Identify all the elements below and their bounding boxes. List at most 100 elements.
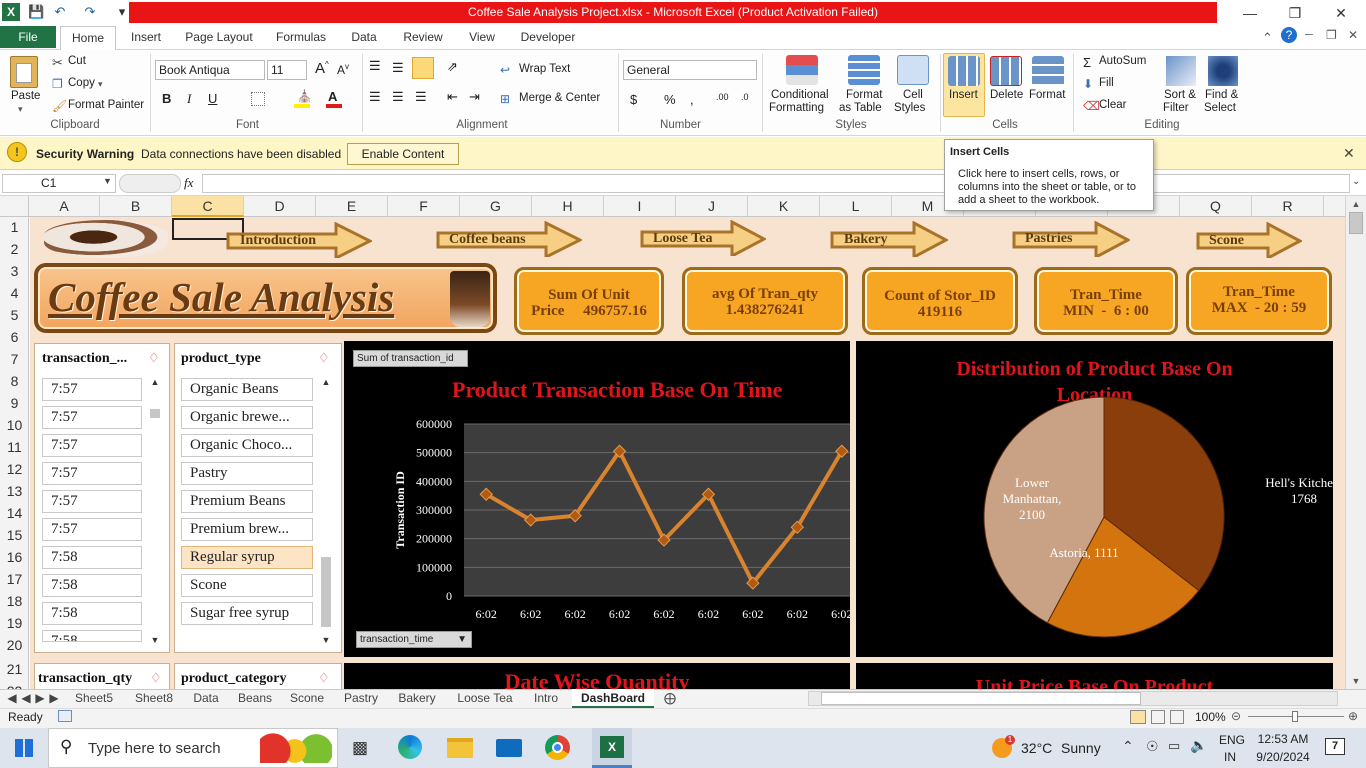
clear-filter-icon[interactable]: ♢ xyxy=(318,670,330,686)
chrome-icon[interactable] xyxy=(545,735,570,760)
align-center-icon[interactable]: ☰ xyxy=(392,89,404,105)
grow-font-icon[interactable]: A^ xyxy=(315,60,329,77)
insert-function-icon[interactable]: fx xyxy=(184,175,193,191)
sheet-tab[interactable]: Data xyxy=(186,689,226,708)
format-painter-button[interactable]: Format Painter xyxy=(68,99,144,111)
copy-button[interactable]: Copy xyxy=(68,77,95,89)
show-hidden-icons-icon[interactable]: ⌃ xyxy=(1122,738,1134,755)
column-header-f[interactable]: F xyxy=(388,196,460,217)
slicer-type-item[interactable]: Scone xyxy=(181,574,313,597)
cell-styles-icon[interactable] xyxy=(897,55,929,85)
row-header[interactable]: 5 xyxy=(0,305,29,327)
undo-icon[interactable]: ↶ xyxy=(52,4,68,20)
slicer-type-item[interactable]: Organic Choco... xyxy=(181,434,313,457)
excel-logo-icon[interactable]: X xyxy=(2,3,20,21)
column-header-j[interactable]: J xyxy=(676,196,748,217)
column-header-e[interactable]: E xyxy=(316,196,388,217)
row-header[interactable]: 10 xyxy=(0,415,29,437)
minimize-icon[interactable]: — xyxy=(1236,4,1264,22)
wrap-text-button[interactable]: Wrap Text xyxy=(519,63,570,75)
last-sheet-icon[interactable]: ▶ xyxy=(48,689,60,708)
column-header-c[interactable]: C xyxy=(172,196,244,217)
slicer-type-item[interactable]: Sugar free syrup xyxy=(181,602,313,625)
zoom-in-icon[interactable]: ⊕ xyxy=(1348,709,1358,723)
column-header-h[interactable]: H xyxy=(532,196,604,217)
delete-cells-icon[interactable] xyxy=(990,56,1022,86)
decrease-decimal-icon[interactable]: .0 xyxy=(741,92,749,102)
new-sheet-icon[interactable]: ⨁ xyxy=(660,689,680,708)
row-header[interactable]: 21 xyxy=(0,659,29,681)
fill-button[interactable]: Fill xyxy=(1099,77,1114,89)
restore-icon[interactable]: ❐ xyxy=(1281,4,1309,22)
slicer-type-item[interactable]: Premium Beans xyxy=(181,490,313,513)
edge-browser-icon[interactable] xyxy=(398,735,422,759)
volume-icon[interactable]: 🔈 xyxy=(1190,737,1207,754)
format-as-table-icon[interactable] xyxy=(848,55,880,85)
doc-close-icon[interactable]: ✕ xyxy=(1348,28,1358,42)
tab-developer[interactable]: Developer xyxy=(514,26,582,50)
slicer-time-item[interactable]: 7:57 xyxy=(42,434,142,457)
paste-dropdown-icon[interactable]: ▾ xyxy=(18,104,23,115)
mail-icon[interactable] xyxy=(496,739,522,757)
page-break-view-icon[interactable] xyxy=(1170,710,1184,724)
align-middle-icon[interactable]: ☰ xyxy=(392,60,404,76)
expand-formula-icon[interactable]: ⌄ xyxy=(1352,176,1360,187)
conditional-formatting-label[interactable]: Conditional xyxy=(771,89,829,101)
align-left-icon[interactable]: ☰ xyxy=(369,89,381,105)
name-box[interactable]: C1 xyxy=(2,174,116,193)
currency-icon[interactable]: $ xyxy=(630,92,637,107)
redo-icon[interactable]: ↷ xyxy=(82,4,98,20)
first-sheet-icon[interactable]: ◀ xyxy=(6,689,18,708)
slicer-time-scrollbar[interactable]: ▲ ▼ xyxy=(148,377,162,645)
tab-page-layout[interactable]: Page Layout xyxy=(180,26,258,50)
prev-sheet-icon[interactable]: ◀ xyxy=(20,689,32,708)
number-format-select[interactable]: General xyxy=(623,60,757,80)
file-explorer-icon[interactable] xyxy=(447,738,473,758)
slicer-type-item[interactable]: Pastry xyxy=(181,462,313,485)
slicer-time-item[interactable]: 7:57 xyxy=(42,490,142,513)
align-bottom-icon[interactable] xyxy=(412,57,434,79)
column-header-r[interactable]: R xyxy=(1252,196,1324,217)
row-header[interactable]: 17 xyxy=(0,569,29,591)
row-header[interactable]: 9 xyxy=(0,393,29,415)
row-header[interactable]: 18 xyxy=(0,591,29,613)
slicer-time-item[interactable]: 7:58 xyxy=(42,630,142,642)
slicer-time-item[interactable]: 7:58 xyxy=(42,574,142,597)
ribbon-minimize-icon[interactable]: ⌃ xyxy=(1262,30,1273,46)
zoom-slider-thumb[interactable] xyxy=(1292,711,1298,722)
sort-filter-label-2[interactable]: Filter xyxy=(1163,102,1189,114)
clear-button[interactable]: Clear xyxy=(1099,99,1126,111)
horizontal-scrollbar[interactable] xyxy=(808,691,1338,706)
macro-record-icon[interactable] xyxy=(58,710,72,722)
page-layout-view-icon[interactable] xyxy=(1151,710,1165,724)
font-color-icon[interactable]: A xyxy=(328,89,337,104)
clock-date[interactable]: 9/20/2024 xyxy=(1253,750,1313,764)
paste-button[interactable]: Paste xyxy=(11,90,40,102)
increase-indent-icon[interactable]: ⇥ xyxy=(469,89,480,105)
column-header-k[interactable]: K xyxy=(748,196,820,217)
tab-data[interactable]: Data xyxy=(344,26,384,50)
borders-icon[interactable] xyxy=(251,92,265,106)
clock-time[interactable]: 12:53 AM xyxy=(1253,732,1313,746)
slicer-type-item-selected[interactable]: Regular syrup xyxy=(181,546,313,569)
zoom-out-icon[interactable]: ⊝ xyxy=(1231,709,1241,723)
slicer-time-item[interactable]: 7:57 xyxy=(42,378,142,401)
slicer-type-scrollbar[interactable]: ▲ ▼ xyxy=(319,377,333,645)
paste-icon[interactable] xyxy=(10,56,38,88)
doc-restore-icon[interactable]: ❐ xyxy=(1326,28,1337,42)
find-select-icon[interactable] xyxy=(1208,56,1238,86)
column-header-b[interactable]: B xyxy=(100,196,172,217)
row-header[interactable]: 8 xyxy=(0,371,29,393)
language-region[interactable]: IN xyxy=(1224,750,1236,764)
row-header[interactable]: 22 xyxy=(0,681,29,689)
column-header-q[interactable]: Q xyxy=(1180,196,1252,217)
column-header-g[interactable]: G xyxy=(460,196,532,217)
row-header[interactable]: 15 xyxy=(0,525,29,547)
autosum-button[interactable]: AutoSum xyxy=(1099,55,1146,67)
slicer-time-item[interactable]: 7:58 xyxy=(42,602,142,625)
cell-styles-label[interactable]: Cell xyxy=(903,89,923,101)
sort-filter-label[interactable]: Sort & xyxy=(1164,89,1196,101)
sheet-tab[interactable]: Loose Tea xyxy=(450,689,520,708)
next-sheet-icon[interactable]: ▶ xyxy=(34,689,46,708)
sort-filter-icon[interactable] xyxy=(1166,56,1196,86)
